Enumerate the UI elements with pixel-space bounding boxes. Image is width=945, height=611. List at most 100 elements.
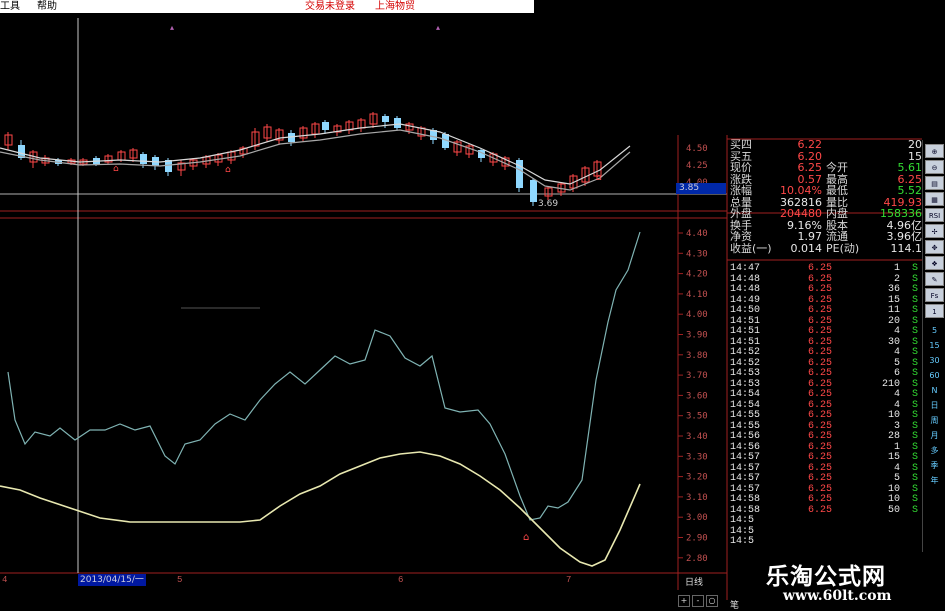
signal-marker: ⌂ (113, 164, 119, 174)
buy-signal-marker: ⌂ (523, 532, 529, 543)
tick-cell: 6.25 (808, 473, 833, 484)
tick-cell: S (911, 263, 918, 274)
period-button[interactable]: 日 (925, 399, 944, 413)
price-tick-label: 3.80 (686, 351, 708, 361)
crosshair-price-label: 3.85 (676, 183, 726, 194)
quote-row: 涨幅 10.04% 最低 5.52 (728, 185, 922, 197)
indicator-line-cyan (7, 231, 641, 521)
one-icon[interactable]: 1 (925, 304, 944, 318)
price-tick-label: 4.40 (686, 229, 708, 239)
tick-cell: 10 (887, 410, 900, 421)
quote-cell: 6.25 (797, 161, 823, 174)
zoom-out-button[interactable]: - (692, 595, 704, 607)
quote-cell: 114.1 (890, 241, 923, 255)
price-tick-label: 4.50 (686, 144, 708, 154)
quote-cell: 204480 (780, 207, 822, 220)
zoom-out-icon[interactable]: ⊖ (925, 160, 944, 174)
price-tick-label: 3.90 (686, 331, 708, 341)
quote-cell: 10.04% (780, 184, 822, 197)
quote-cell: 收益(一) (730, 241, 772, 255)
time-mark: 6 (398, 575, 404, 585)
table-icon[interactable]: ▦ (925, 192, 944, 206)
tick-cell: 14:52 (730, 347, 761, 358)
period-button[interactable]: 月 (925, 429, 944, 443)
price-tick-label: 3.20 (686, 473, 708, 483)
zoom-in-button[interactable]: + (678, 595, 690, 607)
quote-cell: 净资 (730, 230, 752, 243)
tick-cell: 14:58 (730, 494, 761, 505)
tick-cell: 6.25 (808, 389, 833, 400)
tick-cell: 6.25 (808, 410, 833, 421)
tick-cell: 14:5 (730, 536, 755, 547)
tick-cell: S (911, 410, 918, 421)
period-button[interactable]: 多 (925, 444, 944, 458)
period-button[interactable]: 15 (925, 339, 944, 353)
watermark-url: www.60lt.com (783, 588, 892, 604)
quote-cell: 158336 (880, 207, 922, 220)
reset-button[interactable]: ○ (706, 595, 718, 607)
price-tick-label: 3.00 (686, 513, 708, 523)
tick-row: 14:58 6.25 10 S (728, 494, 922, 506)
quote-cell: 最低 (826, 184, 848, 197)
period-button[interactable]: 周 (925, 414, 944, 428)
signal-marker: ⌂ (596, 173, 602, 183)
tick-cell: S (911, 347, 918, 358)
quote-row: 买四 6.22 20 (728, 139, 922, 151)
tick-cell: 14:5 (730, 515, 755, 526)
period-button[interactable]: N (925, 384, 944, 398)
quote-row: 净资 1.97 流通 3.96亿 (728, 231, 922, 243)
price-tick-label: 3.30 (686, 452, 708, 462)
time-mark: 5 (177, 575, 183, 585)
rsi-icon[interactable]: RSI (925, 208, 944, 222)
tick-cell: 6.25 (808, 263, 833, 274)
quote-panel: 买四 6.22 20 买五 6.20 15 现价 6.25 今开 5.61 涨跌 0.57 最高 6.25… (728, 139, 922, 254)
tick-cell: 14:47 (730, 263, 761, 274)
tick-cell: 6.25 (808, 305, 833, 316)
tick-cell: 6.25 (808, 368, 833, 379)
quote-cell: 今开 (826, 161, 848, 174)
tick-cell: 6.25 (808, 326, 833, 337)
quote-cell: 5.52 (897, 184, 923, 197)
tick-row: 14:48 6.25 36 S (728, 284, 922, 296)
price-tick-label: 3.70 (686, 371, 708, 381)
tick-cell: 6.25 (808, 431, 833, 442)
quote-cell: 流通 (826, 230, 848, 243)
chart-icon[interactable]: ▤ (925, 176, 944, 190)
candle-body (530, 180, 537, 202)
tick-row: 14:53 6.25 6 S (728, 368, 922, 380)
tick-row: 14:55 6.25 10 S (728, 410, 922, 422)
marker-dot: ▴ (170, 23, 174, 32)
tick-cell: 14:54 (730, 389, 761, 400)
quote-cell: 3.96亿 (886, 230, 923, 243)
fs-icon[interactable]: Fs (925, 288, 944, 302)
tick-cell: S (911, 452, 918, 463)
candle-body (140, 154, 147, 164)
quote-cell: 内盘 (826, 207, 848, 220)
quote-cell: 外盘 (730, 207, 752, 220)
tick-cell: 4 (893, 347, 900, 358)
tick-cell: 14:57 (730, 452, 761, 463)
tick-cell: 50 (887, 504, 900, 516)
period-button[interactable]: 5 (925, 324, 944, 338)
compass-icon[interactable]: ✢ (925, 224, 944, 238)
candlestick-series (4, 112, 602, 206)
quote-cell: 0.014 (790, 241, 823, 255)
min-price-label: 3.69 (538, 199, 559, 209)
period-button[interactable]: 30 (925, 354, 944, 368)
tick-cell: S (911, 305, 918, 316)
zoom-in-icon[interactable]: ⊕ (925, 144, 944, 158)
tick-row: 14:52 6.25 4 S (728, 347, 922, 359)
period-button[interactable]: 60 (925, 369, 944, 383)
help-icon[interactable]: ❖ (925, 256, 944, 270)
move-icon[interactable]: ✥ (925, 240, 944, 254)
period-label[interactable]: 日线 (685, 575, 703, 588)
right-toolbar: ⊕ ⊖ ▤ ▦ RSI ✢ ✥ ❖ ✎ Fs 1 5 15 30 60 N 日周月多季年 (922, 140, 945, 600)
period-button[interactable]: 季 (925, 459, 944, 473)
tick-cell: 4 (893, 389, 900, 400)
tick-cell: S (911, 284, 918, 295)
tick-cell: 14:48 (730, 284, 761, 295)
period-button[interactable]: 年 (925, 474, 944, 488)
tick-row: 14:5 (728, 526, 922, 538)
crosshair-date-label: 2013/04/15/一 (78, 574, 146, 586)
pen-icon[interactable]: ✎ (925, 272, 944, 286)
